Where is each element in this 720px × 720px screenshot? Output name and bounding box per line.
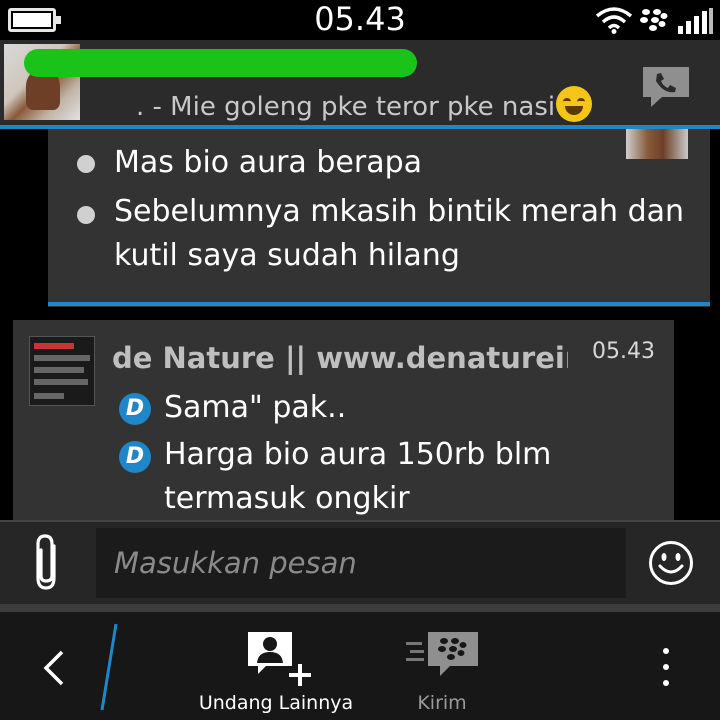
invite-contact-icon[interactable]	[246, 630, 318, 688]
contact-name-redacted	[24, 49, 417, 77]
blackberry-icon	[640, 9, 668, 31]
message-timestamp: 05.43	[592, 339, 655, 364]
bullet-dot	[77, 206, 95, 224]
message-line: Harga bio aura 150rb blm	[164, 437, 552, 472]
overflow-menu-icon[interactable]	[660, 648, 672, 688]
signal-icon	[678, 8, 713, 34]
divider-slash	[100, 623, 118, 711]
message-input[interactable]	[96, 528, 626, 598]
delivered-badge-icon: D	[119, 393, 151, 425]
chat-header: . - Mie goleng pke teror pke nasi	[0, 40, 720, 126]
delivered-badge-icon: D	[119, 441, 151, 473]
paperclip-icon[interactable]	[30, 532, 66, 594]
message-line: termasuk ongkir	[164, 481, 410, 516]
bullet-dot	[77, 155, 95, 173]
send-bbm-icon[interactable]	[404, 630, 480, 682]
composer-bottom-border	[0, 604, 720, 612]
sender-avatar-thumbnail	[626, 129, 688, 159]
message-line: Sama" pak..	[164, 390, 347, 425]
message-line: Sebelumnya mkasih bintik merah dan	[114, 194, 685, 229]
smiley-icon[interactable]	[648, 540, 694, 586]
send-label[interactable]: Kirim	[392, 690, 492, 716]
laughing-emoji-icon	[556, 86, 592, 122]
message-line: kutil saya sudah hilang	[114, 238, 460, 273]
status-bar: 05.43	[0, 0, 720, 40]
sender-avatar[interactable]	[29, 336, 95, 406]
message-line: Mas bio aura berapa	[114, 145, 422, 180]
sender-name: de Nature || www.denaturein	[112, 341, 568, 375]
wifi-icon	[595, 7, 633, 34]
contact-status-message: . - Mie goleng pke teror pke nasi	[136, 92, 556, 122]
invite-others-label[interactable]: Undang Lainnya	[176, 690, 376, 716]
back-icon[interactable]	[38, 648, 70, 688]
message-divider	[48, 302, 710, 306]
voice-call-icon[interactable]	[640, 64, 692, 110]
